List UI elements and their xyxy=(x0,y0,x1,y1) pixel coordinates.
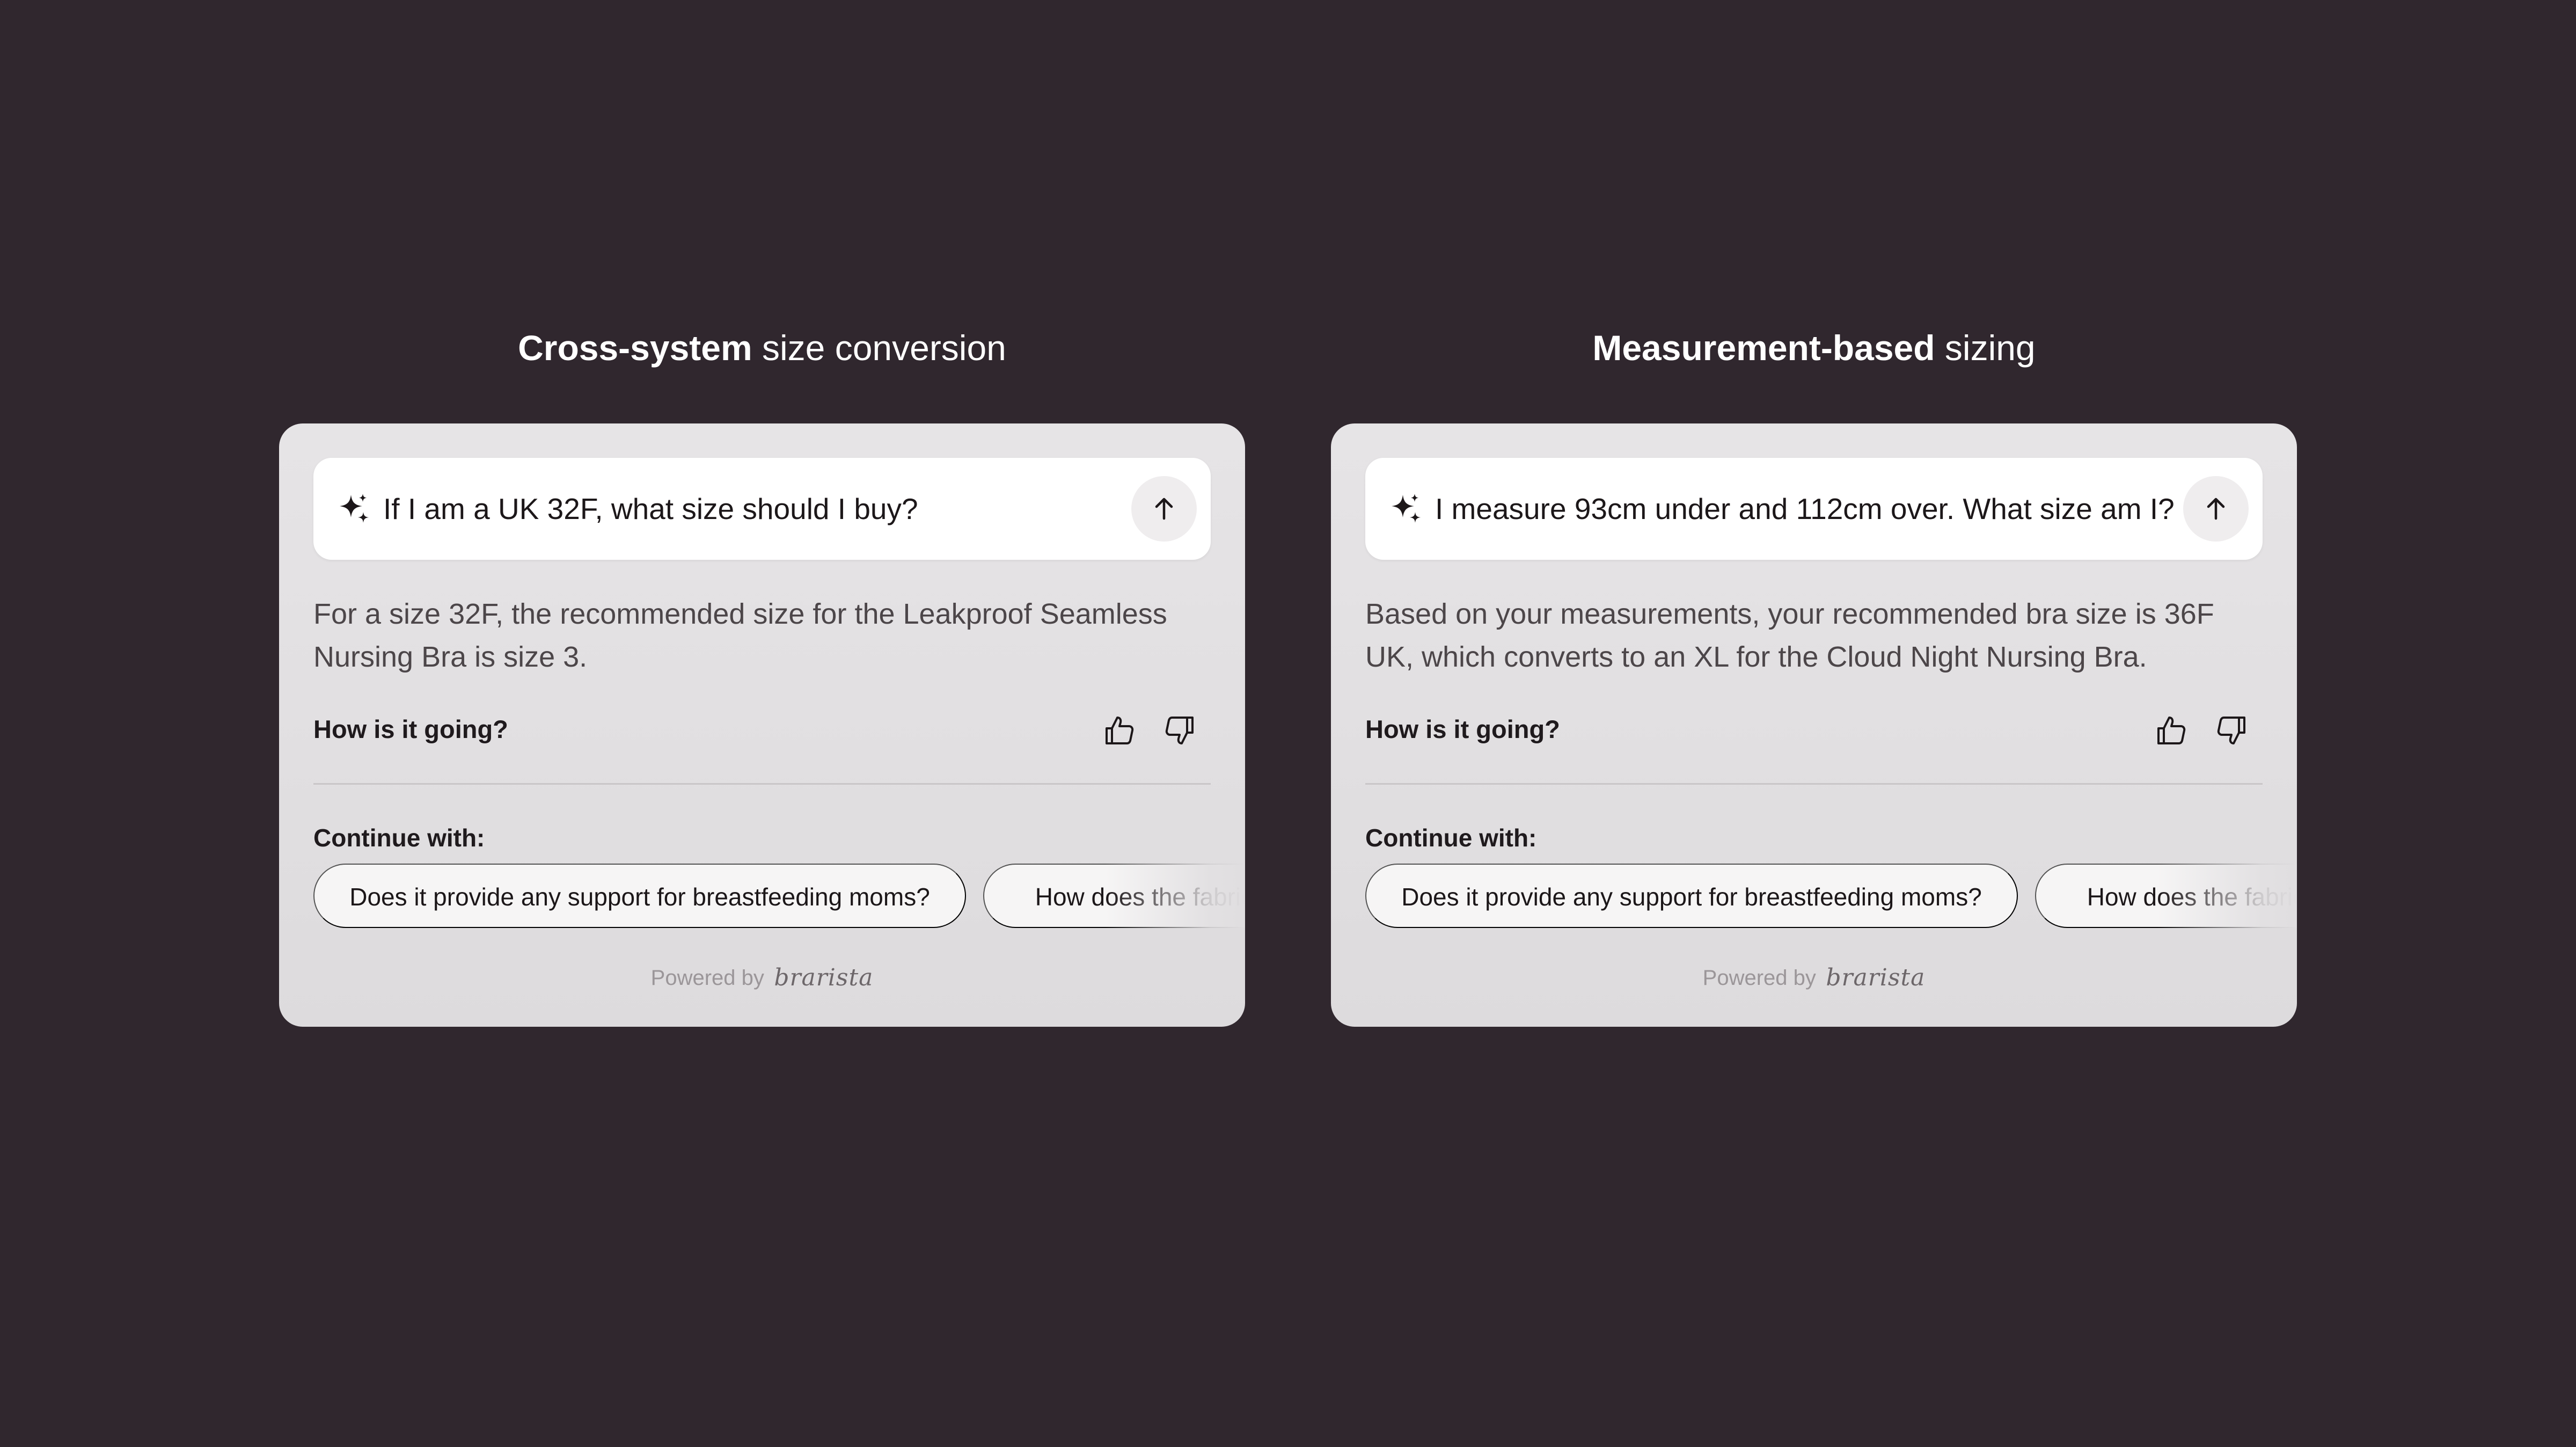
sparkle-icon xyxy=(340,494,369,523)
feedback-label: How is it going? xyxy=(1365,715,1560,743)
continue-label: Continue with: xyxy=(1365,824,1537,852)
feedback-label: How is it going? xyxy=(313,715,508,743)
brand-logo[interactable]: brarista xyxy=(774,964,873,991)
thumbs-down-icon xyxy=(1165,717,1194,744)
powered-by: Powered by brarista xyxy=(279,962,1245,994)
thumbs-down-icon xyxy=(2217,717,2245,744)
query-text[interactable]: I measure 93cm under and 112cm over. Wha… xyxy=(1435,458,2175,560)
assistant-card: I measure 93cm under and 112cm over. Wha… xyxy=(1331,423,2297,1027)
thumbs-down-button[interactable] xyxy=(2214,713,2249,748)
panel-heading-rest: size conversion xyxy=(752,328,1006,368)
suggestion-chip[interactable]: How does the fabric xyxy=(983,864,1245,928)
suggestion-chips: Does it provide any support for breastfe… xyxy=(1365,864,2297,928)
feedback-row: How is it going? xyxy=(1365,703,2263,756)
query-input-box[interactable]: I measure 93cm under and 112cm over. Wha… xyxy=(1365,458,2263,560)
query-text[interactable]: If I am a UK 32F, what size should I buy… xyxy=(383,458,918,560)
suggestion-chips: Does it provide any support for breastfe… xyxy=(313,864,1245,928)
thumbs-down-button[interactable] xyxy=(1162,713,1197,748)
powered-by: Powered by brarista xyxy=(1331,962,2297,994)
brand-logo[interactable]: brarista xyxy=(1826,964,1925,991)
thumbs-up-icon xyxy=(1106,717,1134,744)
divider xyxy=(313,783,1211,785)
thumbs-up-button[interactable] xyxy=(1102,713,1137,748)
continue-label: Continue with: xyxy=(313,824,485,852)
panel-heading: Cross-system size conversion xyxy=(279,322,1245,374)
feedback-row: How is it going? xyxy=(313,703,1211,756)
query-input-box[interactable]: If I am a UK 32F, what size should I buy… xyxy=(313,458,1211,560)
send-button[interactable] xyxy=(1131,476,1197,542)
suggestion-chip[interactable]: Does it provide any support for breastfe… xyxy=(1365,864,2018,928)
divider xyxy=(1365,783,2263,785)
arrow-up-icon xyxy=(2207,498,2225,520)
arrow-up-icon xyxy=(1155,498,1173,520)
powered-by-label: Powered by xyxy=(1702,966,1816,990)
panel-heading-rest: sizing xyxy=(1935,328,2036,368)
assistant-card: If I am a UK 32F, what size should I buy… xyxy=(279,423,1245,1027)
suggestion-chip[interactable]: How does the fabric xyxy=(2035,864,2297,928)
answer-text: For a size 32F, the recommended size for… xyxy=(313,598,1167,673)
sparkle-icon xyxy=(1392,494,1421,523)
powered-by-label: Powered by xyxy=(650,966,764,990)
thumbs-up-button[interactable] xyxy=(2154,713,2189,748)
send-button[interactable] xyxy=(2183,476,2249,542)
panel-heading-bold: Cross-system xyxy=(518,328,752,368)
suggestion-chip[interactable]: Does it provide any support for breastfe… xyxy=(313,864,966,928)
panel-heading: Measurement-based sizing xyxy=(1331,322,2297,374)
answer-text: Based on your measurements, your recomme… xyxy=(1365,598,2214,673)
panel-heading-bold: Measurement-based xyxy=(1592,328,1935,368)
thumbs-up-icon xyxy=(2157,717,2186,744)
